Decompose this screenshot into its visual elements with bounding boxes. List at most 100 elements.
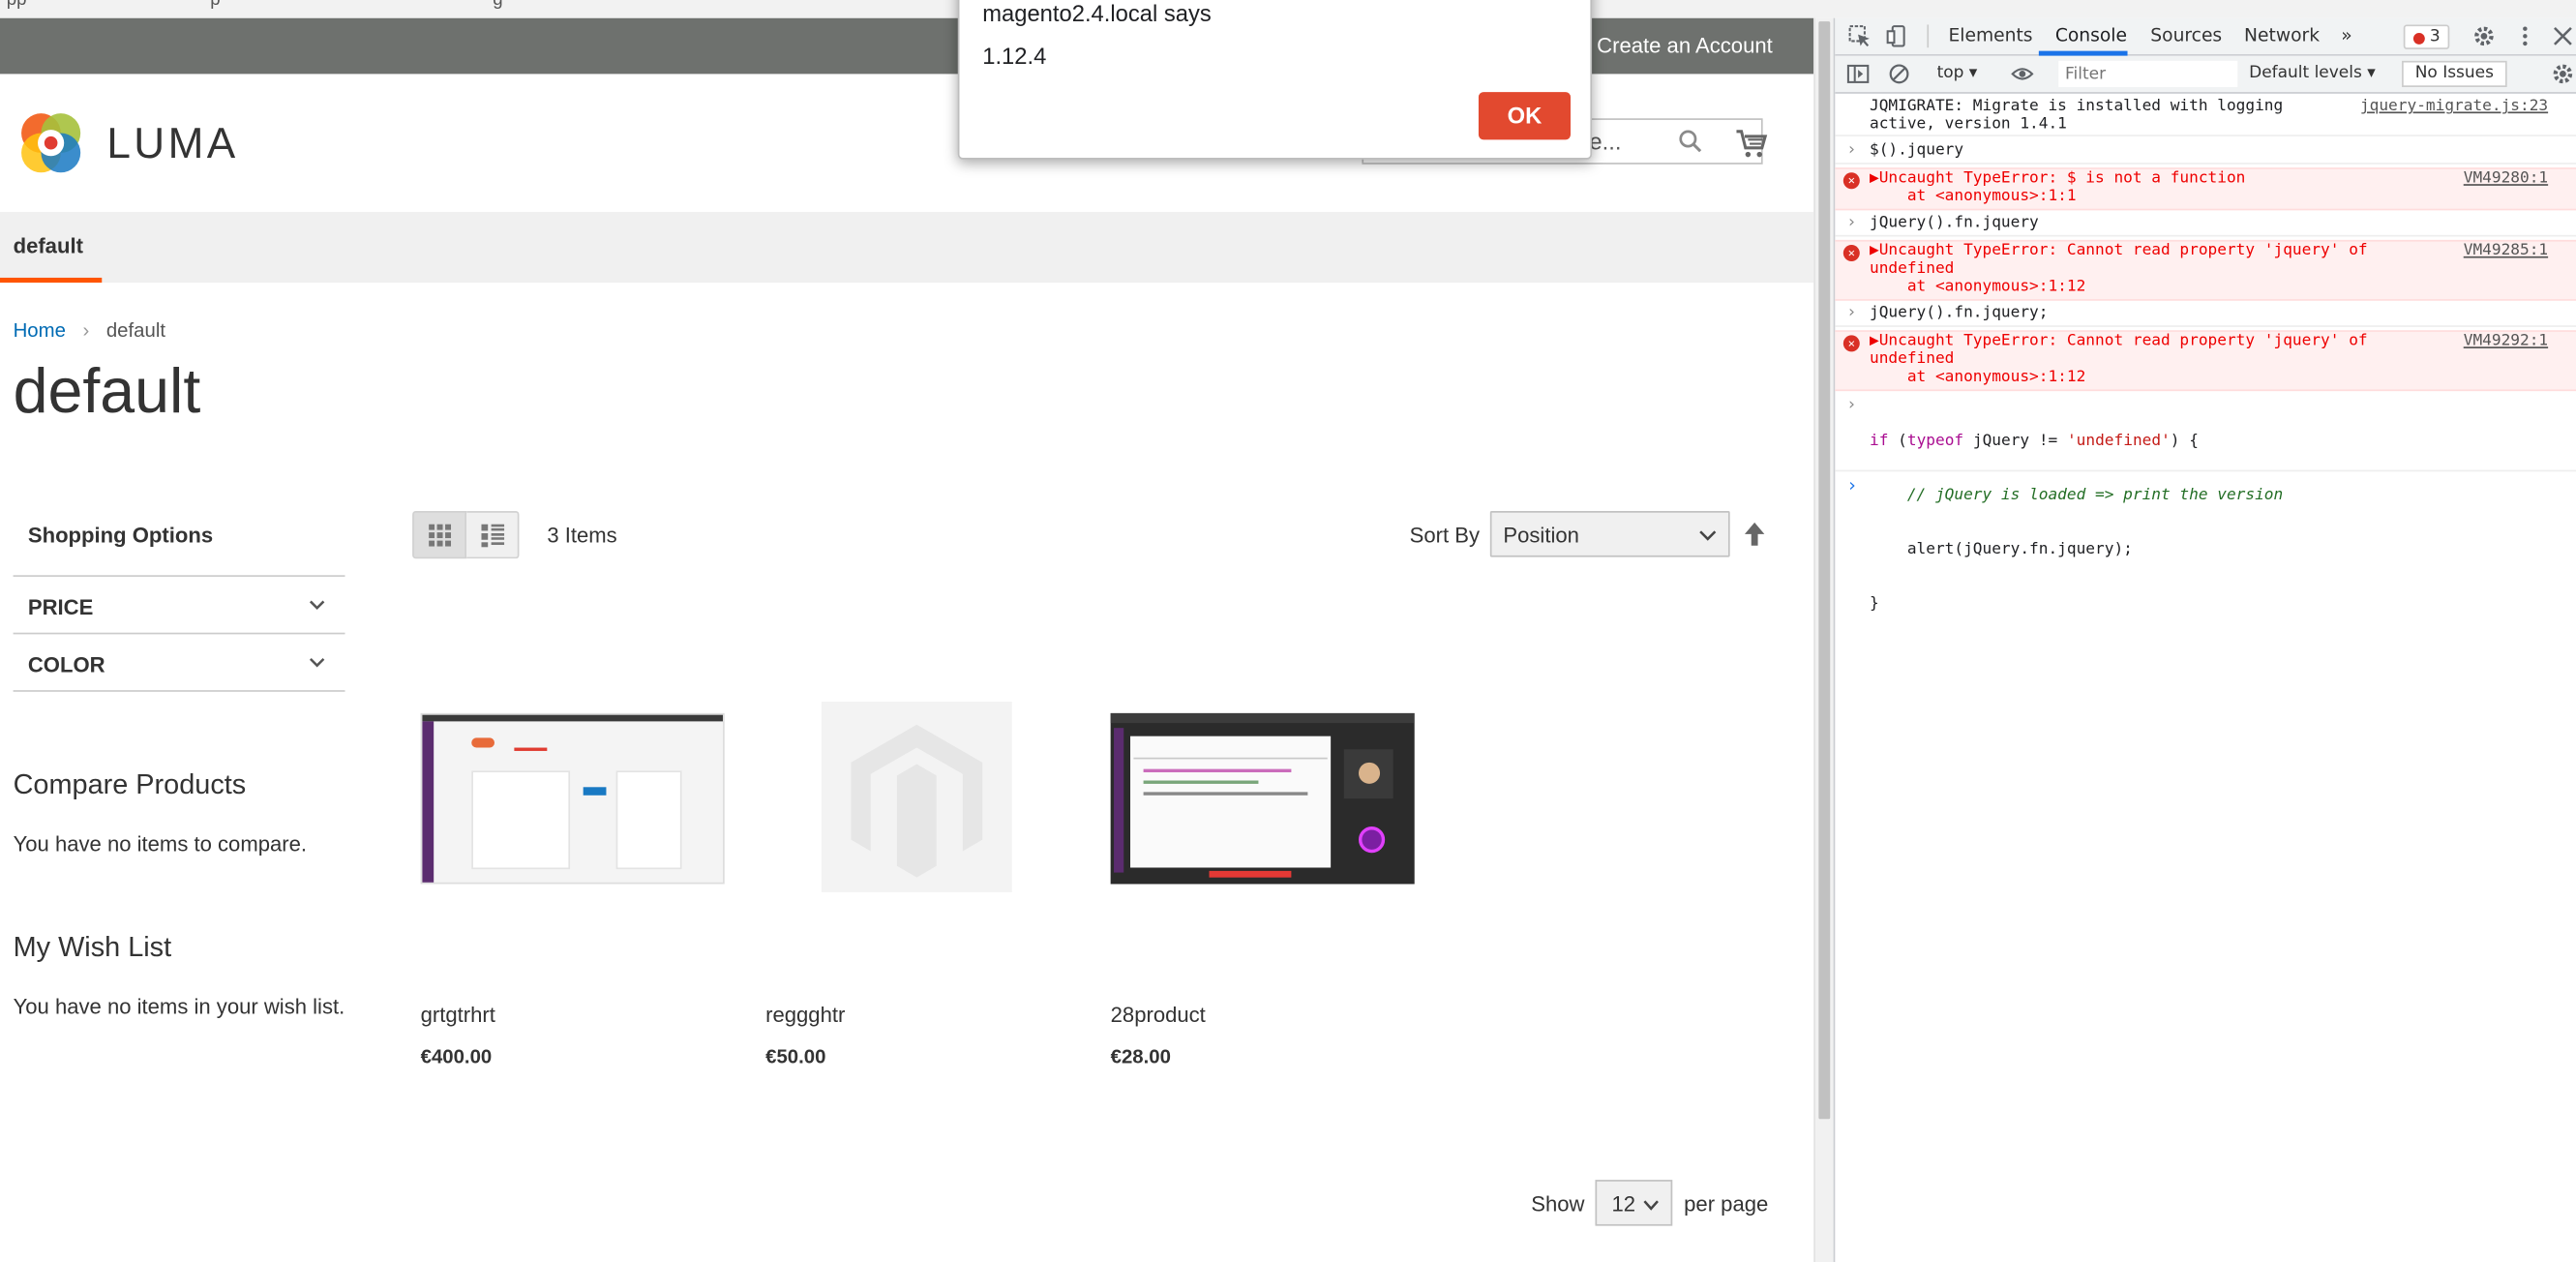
live-expression-eye-icon[interactable] bbox=[2011, 63, 2034, 86]
device-toolbar-icon[interactable] bbox=[1886, 24, 1909, 47]
console-source-link[interactable]: VM49292:1 bbox=[2464, 332, 2548, 350]
cart-icon[interactable] bbox=[1735, 127, 1768, 160]
sort-by-select[interactable]: Position bbox=[1489, 511, 1730, 557]
limiter-per-page-label: per page bbox=[1684, 1190, 1769, 1217]
console-settings-gear-icon[interactable] bbox=[2552, 63, 2575, 86]
magento-placeholder-icon bbox=[851, 724, 983, 878]
wishlist-empty: You have no items in your wish list. bbox=[13, 994, 345, 1019]
chevron-down-icon bbox=[309, 657, 325, 668]
more-options-icon[interactable] bbox=[2513, 24, 2536, 47]
product-price: €28.00 bbox=[1110, 1044, 1171, 1068]
grid-mode-button[interactable] bbox=[412, 511, 467, 559]
filter-label: PRICE bbox=[27, 594, 94, 620]
luma-logo-icon bbox=[21, 113, 81, 173]
limiter-value: 12 bbox=[1611, 1190, 1636, 1217]
product-name[interactable]: 28product bbox=[1111, 1003, 1206, 1027]
console-error-message[interactable]: ▶Uncaught TypeError: Cannot read propert… bbox=[1870, 242, 2368, 296]
storefront-page: Create an Account LUMA ere... default Ho… bbox=[0, 17, 1814, 1262]
breadcrumb: Home › default bbox=[14, 318, 165, 342]
product-price: €400.00 bbox=[420, 1044, 493, 1068]
bookmark-item[interactable]: pp bbox=[7, 0, 27, 10]
list-mode-button[interactable] bbox=[466, 511, 520, 559]
log-levels-select[interactable]: Default levels ▾ bbox=[2249, 64, 2376, 82]
issues-button[interactable]: No Issues bbox=[2402, 60, 2507, 87]
filter-label: COLOR bbox=[27, 652, 105, 677]
alert-dialog: magento2.4.local says 1.12.4 OK bbox=[957, 0, 1593, 160]
tab-sources[interactable]: Sources bbox=[2150, 24, 2222, 45]
input-prompt-icon: › bbox=[1846, 396, 1857, 414]
luma-logo[interactable]: LUMA bbox=[15, 106, 261, 179]
nav-item-default[interactable]: default bbox=[0, 212, 103, 284]
tab-console[interactable]: Console bbox=[2055, 24, 2127, 45]
error-x-icon: ✕ bbox=[1842, 335, 1860, 352]
console-input: $().jquery bbox=[1869, 141, 1964, 160]
compare-products-title: Compare Products bbox=[13, 768, 247, 800]
console-sidebar-icon[interactable] bbox=[1846, 63, 1870, 86]
sort-by-label: Sort By bbox=[1409, 522, 1480, 548]
toolbar-divider bbox=[1927, 24, 1930, 48]
tab-network[interactable]: Network bbox=[2244, 24, 2320, 45]
page-title: default bbox=[13, 358, 201, 428]
product-placeholder-image[interactable] bbox=[821, 702, 1012, 892]
devtools-panel: Elements Console Sources Network » 3 top… bbox=[1833, 17, 2576, 1262]
console-source-link[interactable]: jquery-migrate.js:23 bbox=[2360, 97, 2548, 115]
alert-message: 1.12.4 bbox=[982, 43, 1047, 70]
breadcrumb-separator: › bbox=[82, 318, 90, 343]
tab-elements[interactable]: Elements bbox=[1948, 24, 2032, 45]
console-error-line: ✕ ▶Uncaught TypeError: Cannot read prope… bbox=[1835, 330, 2576, 392]
product-name[interactable]: reggghtr bbox=[765, 1003, 845, 1027]
alert-ok-button[interactable]: OK bbox=[1478, 92, 1572, 140]
alert-title: magento2.4.local says bbox=[982, 0, 1212, 27]
product-image[interactable] bbox=[1110, 712, 1415, 885]
product-name[interactable]: grtgtrhrt bbox=[421, 1003, 495, 1027]
clear-console-icon[interactable] bbox=[1888, 63, 1911, 86]
console-filter-input[interactable] bbox=[2058, 60, 2238, 87]
chevron-down-icon bbox=[1643, 1200, 1659, 1211]
filter-price[interactable]: PRICE bbox=[13, 575, 345, 632]
error-x-icon: ✕ bbox=[1842, 244, 1860, 261]
code-line: } bbox=[1869, 594, 1879, 614]
product-image[interactable] bbox=[420, 712, 725, 885]
category-nav: default bbox=[0, 212, 1814, 284]
console-source-link[interactable]: VM49280:1 bbox=[2464, 169, 2548, 188]
create-account-link[interactable]: Create an Account bbox=[1597, 33, 1773, 57]
chevron-down-icon bbox=[309, 600, 325, 611]
shopping-options-title: Shopping Options bbox=[27, 522, 214, 548]
product-price: €50.00 bbox=[765, 1044, 826, 1068]
devtools-tab-bar: Elements Console Sources Network » 3 bbox=[1835, 17, 2576, 56]
limiter-show-label: Show bbox=[1531, 1190, 1585, 1217]
breadcrumb-current: default bbox=[105, 318, 166, 343]
console-input-line: › jQuery().fn.jquery; bbox=[1835, 304, 2576, 327]
console-source-link[interactable]: VM49285:1 bbox=[2464, 242, 2548, 260]
search-icon[interactable] bbox=[1677, 128, 1703, 154]
console-message: JQMIGRATE: Migrate is installed with log… bbox=[1869, 97, 2284, 134]
console-error-message[interactable]: ▶Uncaught TypeError: $ is not a function… bbox=[1870, 169, 2245, 205]
console-prompt-input[interactable]: › bbox=[1846, 476, 1857, 495]
wishlist-title: My Wish List bbox=[13, 931, 172, 963]
sort-direction-arrow-icon[interactable] bbox=[1743, 521, 1766, 547]
code-comment: // jQuery is loaded => print the version bbox=[1869, 486, 2284, 505]
limiter-select[interactable]: 12 bbox=[1595, 1180, 1673, 1226]
page-scrollbar-thumb[interactable] bbox=[1818, 21, 1831, 1120]
console-error-message[interactable]: ▶Uncaught TypeError: Cannot read propert… bbox=[1870, 332, 2368, 386]
chevron-down-icon bbox=[1699, 530, 1717, 541]
input-prompt-icon: › bbox=[1846, 141, 1857, 160]
compare-products-empty: You have no items to compare. bbox=[13, 831, 308, 856]
console-toolbar: top ▾ Default levels ▾ No Issues bbox=[1835, 55, 2576, 94]
console-input: jQuery().fn.jquery; bbox=[1869, 304, 2049, 322]
filter-color[interactable]: COLOR bbox=[13, 632, 345, 690]
console-error-line: ✕ ▶Uncaught TypeError: $ is not a functi… bbox=[1835, 167, 2576, 211]
settings-gear-icon[interactable] bbox=[2472, 24, 2496, 47]
inspect-element-icon[interactable] bbox=[1848, 24, 1872, 47]
page-scrollbar[interactable] bbox=[1813, 17, 1834, 1262]
execution-context-select[interactable]: top ▾ bbox=[1937, 64, 1978, 82]
error-count-badge[interactable]: 3 bbox=[2403, 24, 2450, 49]
bookmark-item[interactable]: g bbox=[493, 0, 502, 10]
breadcrumb-home-link[interactable]: Home bbox=[14, 318, 66, 342]
bookmark-item[interactable]: p bbox=[210, 0, 220, 10]
console-input-line: › $().jquery bbox=[1835, 141, 2576, 165]
more-tabs-button[interactable]: » bbox=[2341, 24, 2351, 45]
close-icon[interactable] bbox=[2552, 24, 2575, 47]
code-line: if (typeof jQuery != 'undefined') { bbox=[1869, 432, 2199, 451]
error-count: 3 bbox=[2429, 27, 2441, 46]
